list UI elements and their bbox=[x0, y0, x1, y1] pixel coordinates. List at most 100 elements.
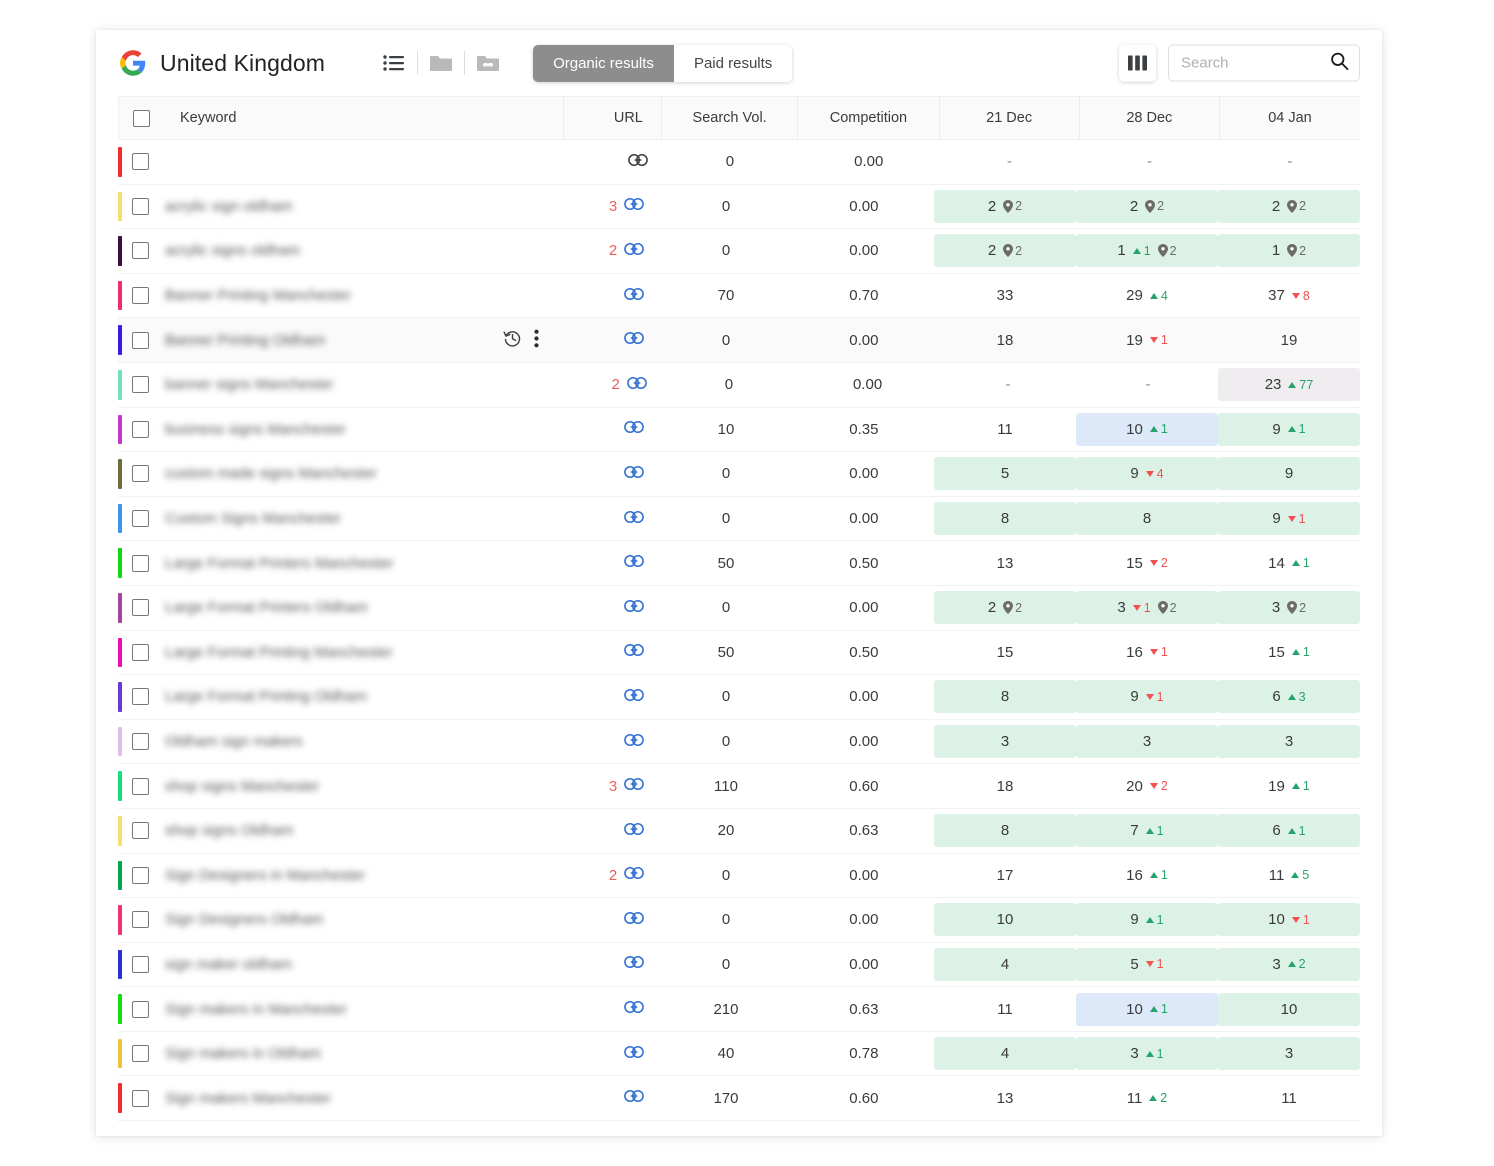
keyword-text[interactable]: Large Format Printers Oldham bbox=[165, 599, 368, 616]
rank-cell[interactable]: 13 bbox=[934, 1076, 1076, 1120]
row-checkbox[interactable] bbox=[132, 1001, 149, 1018]
rank-cell[interactable]: 32 bbox=[1218, 943, 1360, 987]
keyword-text[interactable]: custom made signs Manchester bbox=[165, 465, 377, 482]
link-icon[interactable] bbox=[624, 287, 644, 305]
table-row[interactable]: Large Format Printers Oldham00.002231232 bbox=[118, 586, 1360, 631]
select-all-checkbox[interactable] bbox=[133, 110, 150, 127]
url-cell[interactable]: 2 bbox=[563, 363, 661, 407]
keyword-text[interactable]: Sign makers in Manchester bbox=[165, 1001, 347, 1018]
rank-cell[interactable]: 22 bbox=[934, 586, 1076, 630]
link-icon[interactable] bbox=[624, 688, 644, 706]
folder-icon[interactable] bbox=[422, 46, 460, 80]
keyword-text[interactable]: Sign Designers Oldham bbox=[165, 911, 323, 928]
url-cell[interactable] bbox=[561, 274, 658, 318]
rank-cell[interactable]: 191 bbox=[1218, 764, 1360, 808]
row-checkbox[interactable] bbox=[132, 778, 149, 795]
rank-cell[interactable]: 8 bbox=[1076, 497, 1218, 541]
rank-cell[interactable]: 63 bbox=[1218, 675, 1360, 719]
row-checkbox[interactable] bbox=[132, 867, 149, 884]
rank-cell[interactable]: 4 bbox=[934, 943, 1076, 987]
rank-cell[interactable]: 10 bbox=[1218, 987, 1360, 1031]
url-cell[interactable] bbox=[561, 631, 658, 675]
rank-cell[interactable]: 51 bbox=[1076, 943, 1218, 987]
rank-cell[interactable]: 5 bbox=[934, 452, 1076, 496]
column-header-keyword[interactable]: Keyword bbox=[118, 96, 564, 140]
rank-cell[interactable]: 10 bbox=[934, 898, 1076, 942]
row-checkbox[interactable] bbox=[132, 599, 149, 616]
link-icon[interactable] bbox=[624, 420, 644, 438]
table-row[interactable]: sign maker oldham00.0045132 bbox=[118, 943, 1360, 988]
row-checkbox[interactable] bbox=[132, 1045, 149, 1062]
rank-cell[interactable]: 141 bbox=[1218, 541, 1360, 585]
rank-cell[interactable]: 3 bbox=[1218, 720, 1360, 764]
rank-cell[interactable]: 12 bbox=[1218, 229, 1360, 273]
search-icon[interactable] bbox=[1330, 51, 1349, 75]
rank-cell[interactable]: 115 bbox=[1218, 854, 1360, 898]
keyword-text[interactable]: Banner Printing Manchester bbox=[165, 287, 351, 304]
rank-cell[interactable]: 11 bbox=[934, 987, 1076, 1031]
table-row[interactable]: acrylic signs oldham200.002211212 bbox=[118, 229, 1360, 274]
table-row[interactable]: acrylic sign oldham300.00222222 bbox=[118, 185, 1360, 230]
rank-cell[interactable]: 8 bbox=[934, 675, 1076, 719]
column-header-search-volume[interactable]: Search Vol. bbox=[662, 96, 799, 140]
link-icon[interactable] bbox=[624, 955, 644, 973]
column-header-date-2[interactable]: 28 Dec bbox=[1080, 96, 1220, 140]
rank-cell[interactable]: 13 bbox=[934, 541, 1076, 585]
keyword-text[interactable]: Custom Signs Manchester bbox=[165, 510, 341, 527]
link-icon[interactable] bbox=[624, 911, 644, 929]
rank-cell[interactable]: 101 bbox=[1218, 898, 1360, 942]
rank-cell[interactable]: 2377 bbox=[1218, 363, 1360, 407]
link-icon[interactable] bbox=[627, 376, 647, 394]
rank-cell[interactable]: 31 bbox=[1076, 1032, 1218, 1076]
link-icon[interactable] bbox=[624, 331, 644, 349]
tab-organic-results[interactable]: Organic results bbox=[533, 45, 674, 82]
link-icon[interactable] bbox=[624, 465, 644, 483]
link-icon[interactable] bbox=[624, 733, 644, 751]
row-checkbox[interactable] bbox=[132, 555, 149, 572]
rank-cell[interactable]: 9 bbox=[1218, 452, 1360, 496]
rank-cell[interactable]: 22 bbox=[934, 185, 1076, 229]
rank-cell[interactable]: 8 bbox=[934, 497, 1076, 541]
rank-cell[interactable]: 3 bbox=[934, 720, 1076, 764]
row-checkbox[interactable] bbox=[132, 332, 149, 349]
rank-cell[interactable]: 22 bbox=[1076, 185, 1218, 229]
link-icon[interactable] bbox=[624, 866, 644, 884]
rank-cell[interactable]: 161 bbox=[1076, 854, 1218, 898]
rank-cell[interactable]: 71 bbox=[1076, 809, 1218, 853]
keyword-text[interactable]: Large Format Printing Manchester bbox=[165, 644, 393, 661]
table-row[interactable]: shop signs Manchester31100.6018202191 bbox=[118, 764, 1360, 809]
link-icon[interactable] bbox=[624, 554, 644, 572]
keyword-text[interactable]: shop signs Manchester bbox=[165, 778, 319, 795]
rank-cell[interactable]: 152 bbox=[1076, 541, 1218, 585]
rank-cell[interactable]: 33 bbox=[934, 274, 1076, 318]
rank-cell[interactable]: 17 bbox=[934, 854, 1076, 898]
row-checkbox[interactable] bbox=[132, 287, 149, 304]
url-cell[interactable] bbox=[561, 541, 658, 585]
rank-cell[interactable]: 91 bbox=[1076, 898, 1218, 942]
rank-cell[interactable]: 191 bbox=[1076, 318, 1218, 362]
table-row[interactable]: Banner Printing Manchester700.7033294378 bbox=[118, 274, 1360, 319]
column-header-competition[interactable]: Competition bbox=[798, 96, 939, 140]
link-icon[interactable] bbox=[624, 822, 644, 840]
row-checkbox[interactable] bbox=[132, 822, 149, 839]
search-input[interactable] bbox=[1181, 55, 1330, 72]
keyword-text[interactable]: Sign Designers in Manchester bbox=[165, 867, 365, 884]
link-icon[interactable] bbox=[624, 1089, 644, 1107]
rank-cell[interactable]: 202 bbox=[1076, 764, 1218, 808]
table-row[interactable]: 00.00--- bbox=[118, 140, 1360, 185]
rank-cell[interactable]: 61 bbox=[1218, 809, 1360, 853]
link-folder-icon[interactable] bbox=[469, 46, 507, 80]
rank-cell[interactable]: 18 bbox=[934, 318, 1076, 362]
row-checkbox[interactable] bbox=[132, 1090, 149, 1107]
table-row[interactable]: Large Format Printing Oldham00.0089163 bbox=[118, 675, 1360, 720]
keyword-text[interactable]: Large Format Printers Manchester bbox=[165, 555, 393, 572]
url-cell[interactable]: 3 bbox=[561, 185, 658, 229]
rank-cell[interactable]: 15 bbox=[934, 631, 1076, 675]
rank-cell[interactable]: 112 bbox=[1076, 1076, 1218, 1120]
row-checkbox[interactable] bbox=[132, 198, 149, 215]
rank-cell[interactable]: 19 bbox=[1218, 318, 1360, 362]
row-checkbox[interactable] bbox=[132, 688, 149, 705]
url-cell[interactable]: 2 bbox=[561, 229, 658, 273]
url-cell[interactable] bbox=[561, 497, 658, 541]
rank-cell[interactable]: 94 bbox=[1076, 452, 1218, 496]
